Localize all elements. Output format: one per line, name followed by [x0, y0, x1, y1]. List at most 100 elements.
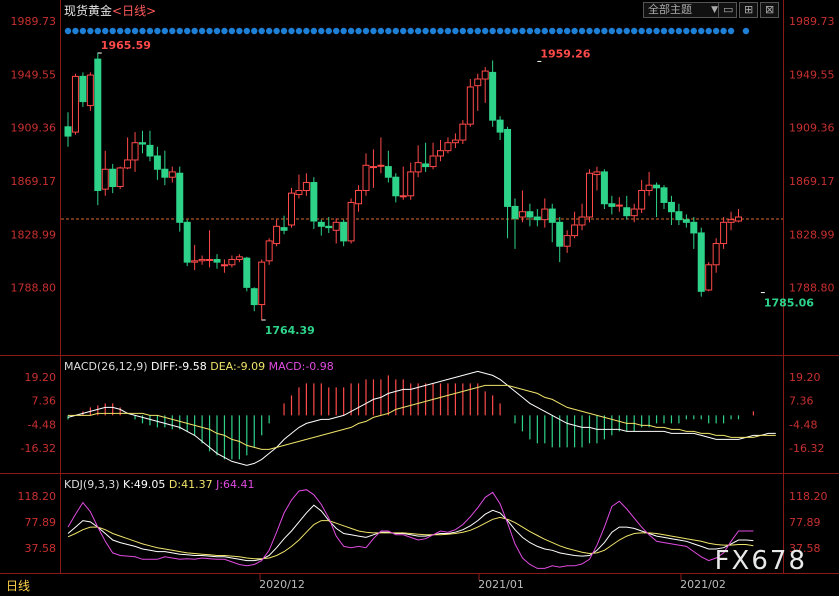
period-tab[interactable]: 日线: [6, 577, 30, 594]
candle-body: [586, 172, 593, 218]
annotation-label: 1764.39: [265, 324, 315, 337]
signal-dot: [392, 27, 399, 35]
signal-dot: [496, 27, 504, 35]
candle: [176, 166, 184, 232]
theme-select[interactable]: 全部主题 ▼: [643, 2, 723, 18]
signal-dot: [288, 27, 295, 35]
price-tick-left: 1869.17: [11, 175, 57, 188]
candle-body: [273, 225, 281, 245]
candle: [280, 215, 288, 235]
signal-dot: [452, 27, 459, 35]
candle-body: [362, 164, 370, 191]
signal-dot: [161, 27, 169, 35]
candle: [206, 230, 214, 268]
annotation-label: 1965.59: [101, 39, 151, 52]
chart-canvas: 1965.59 1764.39 1959.26 1785.06 1989.73 1989…: [0, 0, 839, 591]
signal-dot: [340, 27, 347, 35]
candle: [638, 179, 646, 214]
signal-dot: [683, 27, 690, 35]
candle-body: [139, 142, 146, 145]
candle-body: [206, 258, 214, 261]
macd-tick-left: -16.32: [21, 442, 56, 455]
candle-body: [384, 166, 392, 178]
signal-dot: [385, 27, 392, 35]
j-line: [67, 489, 754, 569]
macd-tick-left: -4.48: [28, 418, 56, 431]
candle: [355, 185, 363, 212]
candle: [347, 198, 355, 244]
price-tick-right: 1949.55: [789, 68, 835, 81]
candle: [466, 79, 474, 127]
kdj-legend: KDJ(9,3,3) K:49.05 D:41.37 J:64.41: [64, 478, 255, 491]
candle: [79, 72, 87, 107]
candle: [474, 73, 482, 111]
candle-body: [79, 75, 87, 103]
signal-dot: [742, 27, 750, 35]
candle: [295, 174, 303, 199]
maximize-button[interactable]: ⊞: [739, 2, 758, 18]
signal-dot: [87, 27, 94, 35]
candle: [139, 130, 146, 154]
candle-body: [600, 171, 608, 205]
signal-dot: [295, 27, 303, 35]
signal-dot: [608, 27, 616, 35]
price-tick-right: 1989.73: [789, 15, 835, 28]
signal-dot: [303, 27, 310, 35]
d-value: D:41.37: [168, 478, 213, 491]
signal-dot: [79, 27, 87, 35]
macd-tick-right: -16.32: [789, 442, 824, 455]
signal-dot: [623, 27, 630, 35]
signal-dot: [459, 27, 467, 35]
candle-body: [481, 70, 489, 80]
candle: [712, 238, 720, 273]
candle-body: [563, 235, 571, 247]
close-icon: ⊠: [765, 3, 775, 16]
signal-dot: [586, 27, 593, 35]
close-button[interactable]: ⊠: [760, 2, 779, 18]
candle: [235, 254, 243, 263]
price-annotations: 1965.59 1764.39 1959.26 1785.06: [97, 39, 814, 337]
signal-dot: [109, 27, 116, 35]
candle: [675, 203, 683, 225]
signal-dot: [206, 27, 213, 35]
candle-body: [630, 208, 638, 217]
minimize-icon: ▭: [723, 3, 734, 16]
candle-body: [146, 144, 154, 157]
dea-value: DEA:-9.09: [210, 360, 266, 373]
dea-line: [68, 384, 776, 450]
candle-body: [213, 258, 221, 263]
candle-body: [459, 123, 467, 141]
candle-body: [325, 225, 333, 229]
candle-body: [638, 189, 646, 210]
period-label[interactable]: <日线>: [112, 4, 156, 18]
signal-dot: [243, 27, 250, 35]
candle-body: [168, 171, 176, 178]
candle-body: [548, 208, 556, 223]
signal-dot: [571, 27, 578, 35]
signal-dot: [236, 27, 243, 35]
minimize-button[interactable]: ▭: [718, 2, 737, 18]
signal-dot: [355, 27, 362, 35]
signal-dot: [362, 27, 370, 35]
candle: [593, 166, 601, 191]
candle: [541, 198, 549, 228]
candle-body: [71, 75, 79, 133]
signal-dot: [645, 27, 653, 35]
candle: [556, 217, 564, 263]
candle: [94, 52, 102, 206]
candle: [720, 217, 728, 249]
signal-dot: [154, 27, 161, 35]
candle: [64, 112, 72, 147]
candle-body: [474, 78, 482, 87]
k-value: K:49.05: [123, 478, 166, 491]
candle: [399, 166, 407, 200]
candle: [571, 211, 579, 239]
candle-body: [340, 221, 348, 242]
macd-name: MACD(26,12,9): [64, 360, 148, 373]
candle-body: [504, 128, 512, 207]
signal-dot: [116, 27, 124, 35]
candle-body: [131, 142, 139, 161]
candles: [64, 52, 742, 321]
candle: [630, 203, 638, 223]
signal-dot: [176, 27, 183, 35]
